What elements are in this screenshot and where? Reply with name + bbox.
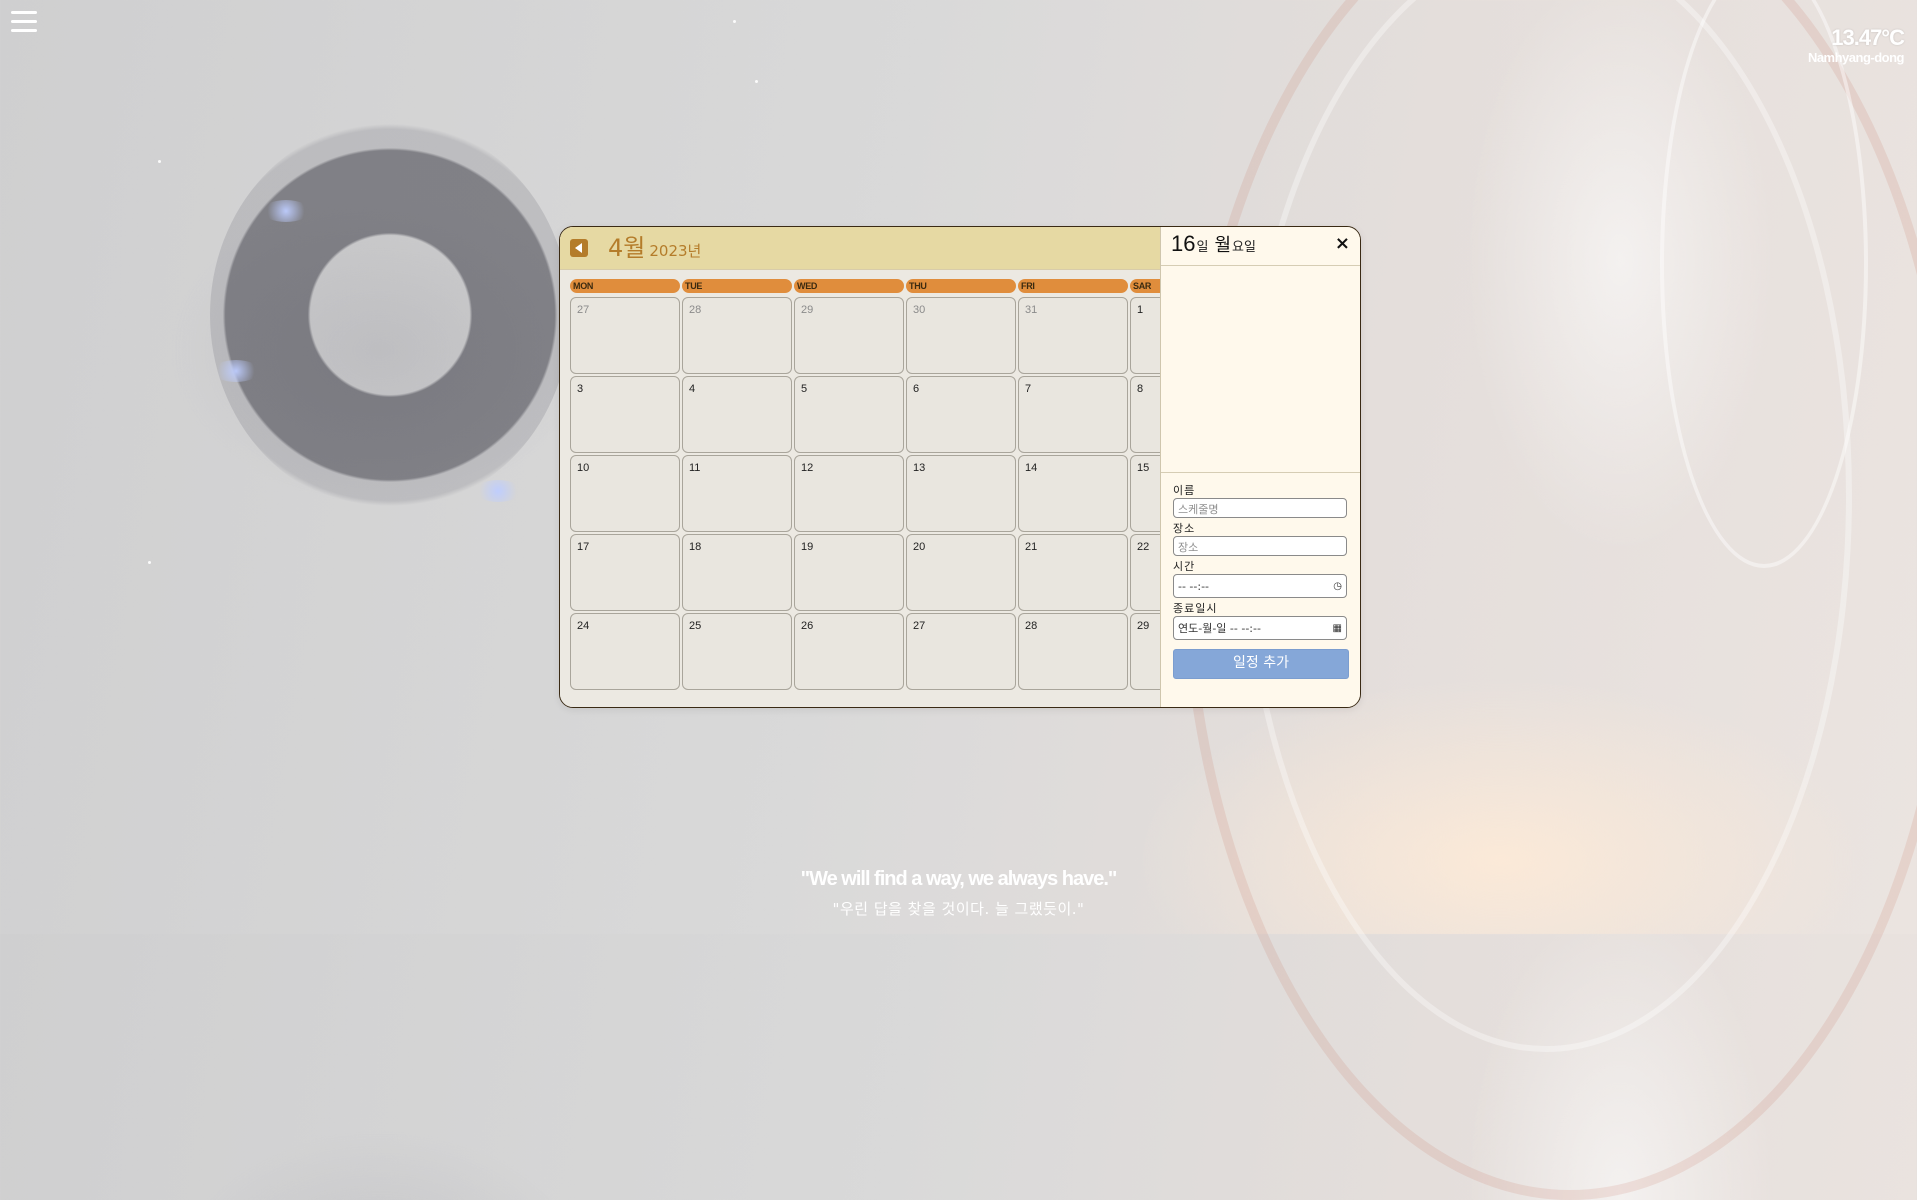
day-cell[interactable]: 19 [794, 534, 904, 611]
day-cell[interactable]: 27 [570, 297, 680, 374]
temperature: 13.47°C [1831, 25, 1905, 50]
day-cell[interactable]: 28 [1018, 613, 1128, 690]
day-cell[interactable]: 29 [794, 297, 904, 374]
day-cell[interactable]: 25 [682, 613, 792, 690]
day-cell[interactable]: 24 [570, 613, 680, 690]
year-label: 2023년 [649, 242, 702, 260]
day-cell[interactable]: 5 [794, 376, 904, 453]
selected-day-number: 16 [1171, 231, 1196, 256]
day-cell[interactable]: 31 [1018, 297, 1128, 374]
time-input[interactable]: -- --:-- ◷ [1173, 574, 1347, 598]
day-cell[interactable]: 14 [1018, 455, 1128, 532]
star [158, 160, 161, 163]
calendar-header: 4월 2023년 [560, 227, 1160, 270]
schedule-name-input[interactable]: 스케줄명 [1173, 498, 1347, 518]
quote-korean: "우린 답을 찾을 것이다. 늘 그랬듯이." [832, 900, 1085, 918]
star [148, 561, 151, 564]
add-schedule-button[interactable]: 일정 추가 [1173, 649, 1349, 679]
day-cell[interactable]: 7 [1018, 376, 1128, 453]
day-cell[interactable]: 21 [1018, 534, 1128, 611]
quote-english: "We will find a way, we always have." [800, 868, 1118, 890]
day-cell[interactable]: 20 [906, 534, 1016, 611]
calendar-widget: 4월 2023년 MON TUE WED THU FRI SAR 27 28 2… [559, 226, 1361, 708]
day-cell[interactable]: 8 [1130, 376, 1160, 453]
day-cell[interactable]: 4 [682, 376, 792, 453]
close-icon[interactable]: × [1335, 235, 1350, 253]
engine-glow [474, 480, 522, 502]
calendar-grid: MON TUE WED THU FRI SAR 27 28 29 30 31 1… [570, 279, 1160, 692]
location: Namhyang-dong [1807, 50, 1905, 65]
chevron-left-icon[interactable] [570, 239, 588, 257]
day-cell[interactable]: 18 [682, 534, 792, 611]
name-label: 이름 [1173, 484, 1196, 497]
name-placeholder: 스케줄명 [1178, 503, 1219, 516]
star [755, 80, 758, 83]
weekday-header: WED [794, 279, 904, 293]
day-cell[interactable]: 13 [906, 455, 1016, 532]
weekday-unit: 요일 [1232, 240, 1256, 255]
hamburger-menu-icon[interactable] [11, 11, 37, 35]
calendar-icon: ▦ [1332, 622, 1342, 634]
event-list [1161, 266, 1360, 473]
month-label: 4월 [608, 234, 646, 262]
day-cell[interactable]: 6 [906, 376, 1016, 453]
weekday-header: SAR [1130, 279, 1160, 293]
end-datetime-placeholder: 연도-월-일 -- --:-- [1178, 622, 1261, 635]
day-cell[interactable]: 26 [794, 613, 904, 690]
schedule-panel: 16 일 월 요일 × 이름 스케줄명 장소 장소 시간 -- --:-- ◷ 종… [1160, 227, 1360, 707]
day-cell[interactable]: 30 [906, 297, 1016, 374]
add-schedule-form: 이름 스케줄명 장소 장소 시간 -- --:-- ◷ 종료일시 연도-월-일 -… [1161, 473, 1360, 679]
engine-glow [262, 200, 310, 222]
weather-widget: 13.47°C Namhyang-dong [1807, 25, 1905, 66]
day-cell[interactable]: 3 [570, 376, 680, 453]
weekday-header: MON [570, 279, 680, 293]
time-label: 시간 [1173, 560, 1196, 573]
weekday-header: FRI [1018, 279, 1128, 293]
day-cell[interactable]: 15 [1130, 455, 1160, 532]
weekday-header: TUE [682, 279, 792, 293]
day-cell[interactable]: 22 [1130, 534, 1160, 611]
day-unit: 일 [1196, 240, 1209, 255]
day-cell[interactable]: 12 [794, 455, 904, 532]
clock-icon: ◷ [1333, 580, 1342, 592]
end-datetime-label: 종료일시 [1173, 602, 1218, 615]
day-cell[interactable]: 29 [1130, 613, 1160, 690]
day-cell[interactable]: 28 [682, 297, 792, 374]
day-cell[interactable]: 10 [570, 455, 680, 532]
star [733, 20, 736, 23]
engine-glow [212, 360, 260, 382]
time-placeholder: -- --:-- [1178, 579, 1210, 593]
day-cell[interactable]: 27 [906, 613, 1016, 690]
background-planet-ring [1660, 0, 1868, 568]
place-input[interactable]: 장소 [1173, 536, 1347, 556]
calendar-month-view: 4월 2023년 MON TUE WED THU FRI SAR 27 28 2… [560, 227, 1160, 707]
background-spaceship [210, 120, 570, 510]
day-cell[interactable]: 1 [1130, 297, 1160, 374]
selected-date-header: 16 일 월 요일 × [1161, 227, 1360, 266]
selected-weekday: 월 [1214, 235, 1232, 256]
end-datetime-input[interactable]: 연도-월-일 -- --:-- ▦ [1173, 616, 1347, 640]
place-placeholder: 장소 [1178, 541, 1199, 554]
weekday-header: THU [906, 279, 1016, 293]
place-label: 장소 [1173, 522, 1196, 535]
day-cell[interactable]: 17 [570, 534, 680, 611]
day-cell[interactable]: 11 [682, 455, 792, 532]
